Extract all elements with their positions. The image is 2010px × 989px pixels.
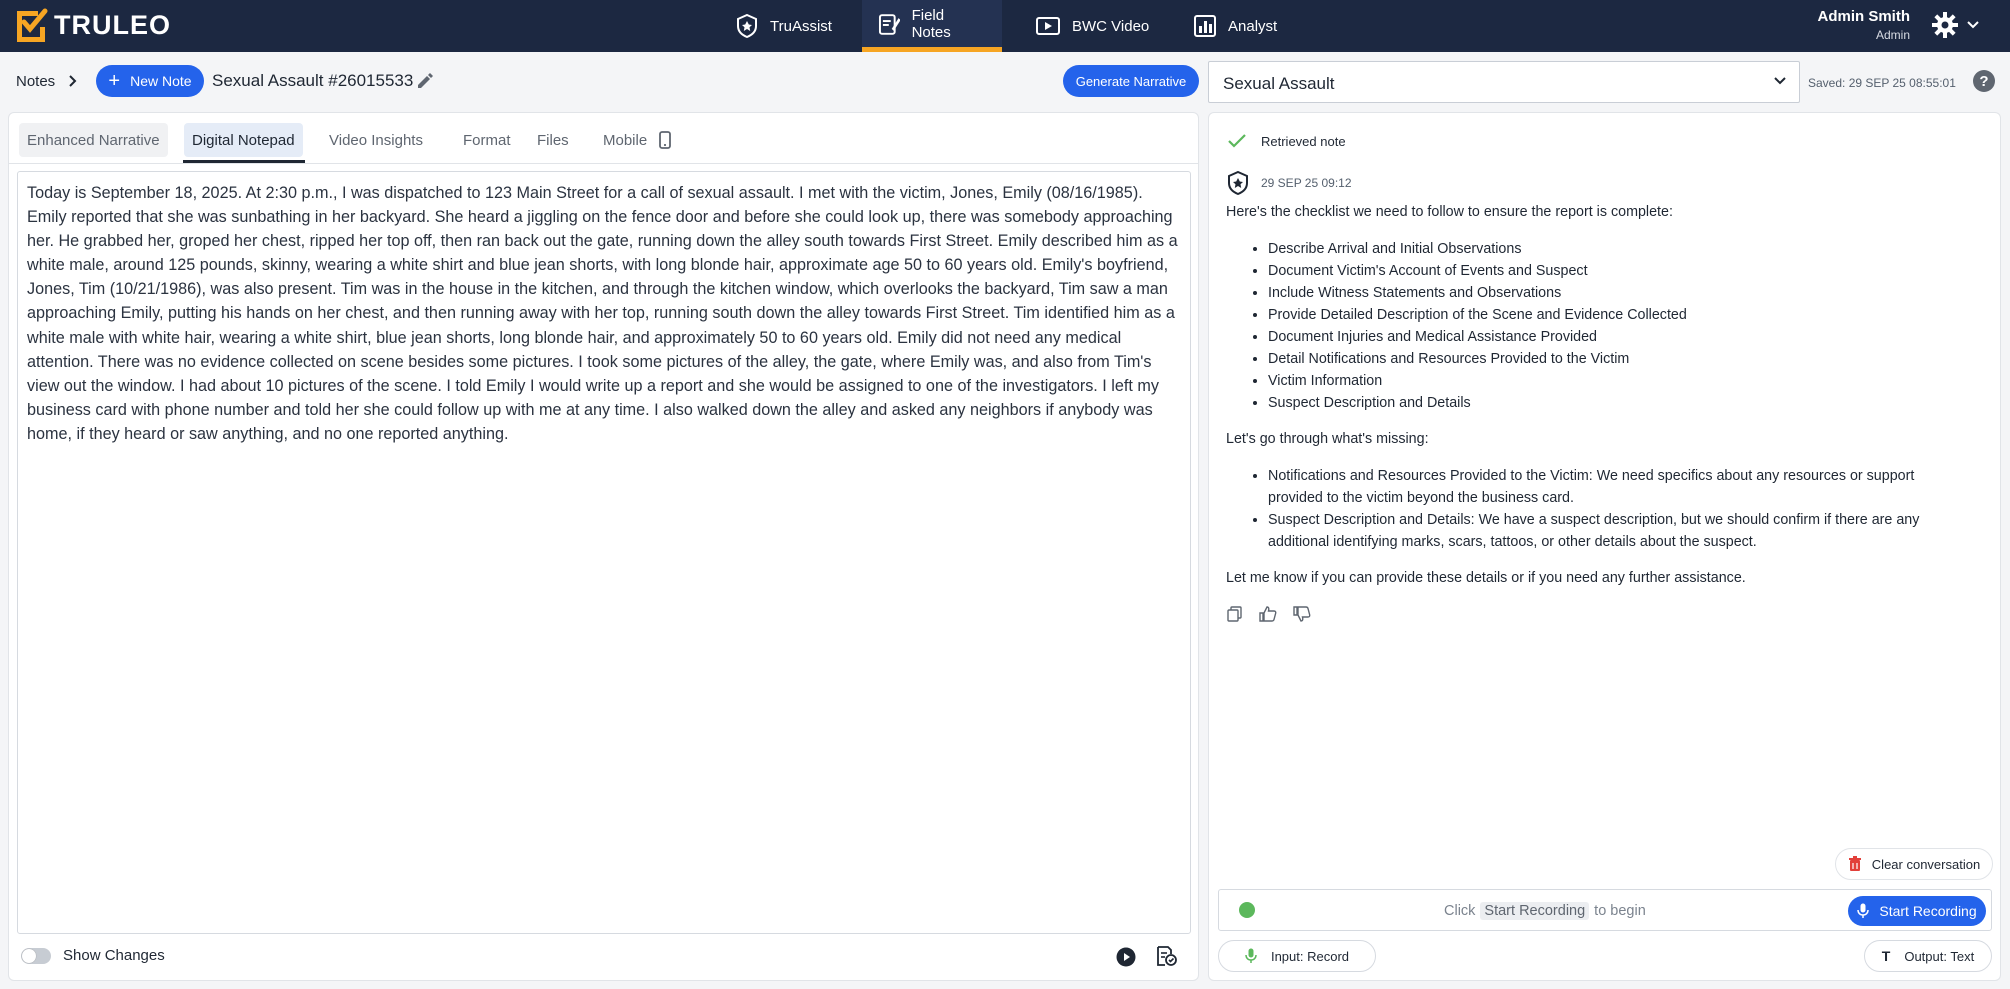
tab-bar: Enhanced Narrative Digital Notepad Video… (9, 113, 1198, 164)
note-header: Notes + New Note Sexual Assault #2601553… (0, 52, 2010, 110)
thumbs-down-icon[interactable] (1293, 606, 1311, 622)
user-name: Admin Smith (1817, 8, 1911, 25)
text-icon: T (1881, 948, 1891, 964)
user-info: Admin Smith Admin (1810, 8, 1911, 42)
assistant-panel: Retrieved note 29 SEP 25 09:12 Here's th… (1208, 112, 2001, 981)
recording-hint: Click Start Recording to begin (1444, 902, 1646, 920)
checklist-item: Document Injuries and Medical Assistance… (1268, 326, 1926, 348)
checklist-item: Suspect Description and Details (1268, 392, 1926, 414)
pencil-icon[interactable] (416, 72, 434, 90)
user-role: Admin (1875, 28, 1910, 42)
video-icon (1036, 17, 1060, 35)
tab-files[interactable]: Files (529, 123, 577, 157)
document-review-icon[interactable] (1155, 945, 1177, 967)
logo-check-icon (17, 8, 48, 42)
toggle-switch[interactable] (21, 947, 51, 964)
output-mode-button[interactable]: T Output: Text (1864, 940, 1992, 972)
message-header: 29 SEP 25 09:12 (1227, 171, 1352, 195)
brand-name: TRULEO (54, 9, 171, 40)
nav-label: Analyst (1228, 17, 1278, 35)
note-title: Sexual Assault #26015533 (212, 71, 414, 90)
show-changes-label: Show Changes (63, 947, 165, 964)
copy-icon[interactable] (1227, 606, 1243, 622)
nav-label: BWC Video (1072, 17, 1150, 35)
hint-suffix: to begin (1594, 903, 1646, 919)
breadcrumb-notes[interactable]: Notes (16, 73, 55, 90)
chevron-down-icon (1774, 77, 1786, 85)
phone-icon (659, 131, 672, 149)
play-icon[interactable] (1116, 947, 1136, 967)
checklist-item: Victim Information (1268, 370, 1926, 392)
missing-item: Notifications and Resources Provided to … (1268, 465, 1926, 509)
settings-menu[interactable] (1932, 12, 1980, 38)
tab-mobile-label: Mobile (603, 131, 648, 149)
nav-item-field-notes[interactable]: Field Notes (862, 0, 1002, 52)
message-intro: Here's the checklist we need to follow t… (1226, 204, 1673, 220)
missing-intro: Let's go through what's missing: (1226, 431, 1429, 447)
start-recording-button[interactable]: Start Recording (1848, 896, 1986, 926)
show-changes-toggle[interactable]: Show Changes (21, 947, 165, 964)
template-select-value: Sexual Assault (1223, 74, 1335, 93)
clear-conversation-button[interactable]: Clear conversation (1835, 848, 1993, 880)
nav-item-bwc-video[interactable]: BWC Video (1036, 0, 1149, 52)
checklist-item: Include Witness Statements and Observati… (1268, 282, 1926, 304)
top-nav-bar: TRULEO TruAssist Field Notes BWC Video A… (0, 0, 2010, 52)
notepad-editor[interactable]: Today is September 18, 2025. At 2:30 p.m… (17, 171, 1191, 934)
input-mode-button[interactable]: Input: Record (1218, 940, 1376, 972)
thumbs-up-icon[interactable] (1259, 606, 1277, 622)
gear-icon (1932, 12, 1958, 38)
microphone-icon (1245, 948, 1257, 963)
help-icon[interactable]: ? (1973, 70, 1995, 92)
nav-item-analyst[interactable]: Analyst (1194, 0, 1277, 52)
missing-item: Suspect Description and Details: We have… (1268, 509, 1926, 553)
assistant-message: Here's the checklist we need to follow t… (1226, 201, 1926, 589)
hint-chip: Start Recording (1480, 902, 1590, 920)
nav-label: TruAssist (770, 17, 832, 35)
new-note-button[interactable]: + New Note (96, 65, 204, 97)
chart-icon (1194, 15, 1216, 37)
input-mode-label: Input: Record (1270, 948, 1350, 964)
start-recording-label: Start Recording (1879, 903, 1977, 919)
microphone-icon (1857, 903, 1870, 918)
chevron-down-icon (1967, 21, 1979, 29)
badge-icon (737, 14, 757, 38)
truleo-logo[interactable]: TRULEO (14, 7, 171, 43)
saved-timestamp: Saved: 29 SEP 25 08:55:01 (1808, 76, 1956, 90)
tab-format[interactable]: Format (455, 123, 519, 157)
message-actions (1227, 606, 1311, 622)
clear-conversation-label: Clear conversation (1871, 856, 1981, 872)
generate-narrative-button[interactable]: Generate Narrative (1063, 65, 1199, 97)
notepad-panel: Enhanced Narrative Digital Notepad Video… (8, 112, 1199, 981)
retrieved-status: Retrieved note (1227, 133, 1346, 149)
recording-bar: Click Start Recording to begin Start Rec… (1218, 889, 1992, 931)
nav-label: Field Notes (911, 6, 951, 41)
checklist-item: Document Victim's Account of Events and … (1268, 260, 1926, 282)
checklist: Describe Arrival and Initial Observation… (1268, 238, 1926, 414)
tab-divider (9, 163, 1198, 164)
recording-status-dot (1239, 902, 1255, 918)
notes-icon (878, 13, 900, 35)
message-closing: Let me know if you can provide these det… (1226, 570, 1746, 586)
tab-digital-notepad[interactable]: Digital Notepad (184, 123, 303, 157)
chevron-right-icon (69, 75, 77, 87)
check-icon (1228, 134, 1246, 148)
message-timestamp: 29 SEP 25 09:12 (1261, 176, 1352, 190)
hint-prefix: Click (1444, 903, 1476, 919)
new-note-label: New Note (130, 73, 192, 89)
plus-icon: + (108, 70, 121, 92)
template-select[interactable]: Sexual Assault (1208, 61, 1800, 103)
tab-video-insights[interactable]: Video Insights (321, 123, 431, 157)
checklist-item: Provide Detailed Description of the Scen… (1268, 304, 1926, 326)
checklist-item: Detail Notifications and Resources Provi… (1268, 348, 1926, 370)
trash-icon (1848, 856, 1861, 871)
output-mode-label: Output: Text (1904, 948, 1975, 964)
tab-enhanced-narrative[interactable]: Enhanced Narrative (19, 123, 168, 157)
nav-item-truassist[interactable]: TruAssist (736, 0, 832, 52)
checklist-item: Describe Arrival and Initial Observation… (1268, 238, 1926, 260)
retrieved-label: Retrieved note (1261, 133, 1346, 149)
tab-mobile[interactable]: Mobile (595, 123, 679, 157)
badge-avatar-icon (1228, 171, 1248, 195)
missing-list: Notifications and Resources Provided to … (1268, 465, 1926, 553)
